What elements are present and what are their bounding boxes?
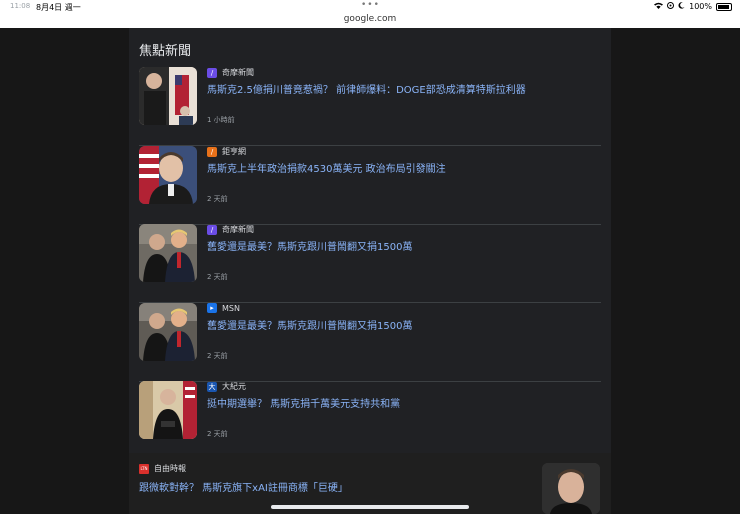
news-source: ▸ MSN <box>207 303 240 313</box>
news-source: / 鉅亨網 <box>207 146 246 157</box>
status-time: 11:08 <box>10 2 31 10</box>
news-headline[interactable]: 跟微軟對幹？ 馬斯克旗下xAI註冊商標「巨硬」 <box>139 479 348 494</box>
status-bar: 11:08 8月4日 週一 ••• 100% <box>0 0 740 14</box>
background-left <box>0 28 129 514</box>
news-headline[interactable]: 馬斯克上半年政治捐款4530萬美元 政治布局引發關注 <box>207 160 446 175</box>
news-thumbnail[interactable] <box>139 303 197 361</box>
wifi-icon <box>654 2 664 11</box>
news-item[interactable]: / 奇摩新聞 馬斯克2.5億捐川普竟惹禍？ 前律師爆料：DOGE部恐成清算特斯拉… <box>139 67 601 146</box>
status-right: 100% <box>654 2 732 11</box>
news-item[interactable]: / 奇摩新聞 舊愛還是最美？馬斯克跟川普鬧翻又捐1500萬 2 天前 <box>139 224 601 303</box>
source-logo-icon: LTN <box>139 463 149 474</box>
news-item[interactable]: 大 大紀元 挺中期選舉？ 馬斯克捐千萬美元支持共和黨 2 天前 <box>139 381 601 459</box>
news-time: 2 天前 <box>207 430 228 438</box>
source-logo-icon: / <box>207 67 217 78</box>
news-thumbnail[interactable] <box>139 67 197 125</box>
location-icon <box>667 2 675 11</box>
moon-icon <box>678 2 685 11</box>
url-bar[interactable]: google.com <box>0 14 740 29</box>
news-headline[interactable]: 舊愛還是最美？馬斯克跟川普鬧翻又捐1500萬 <box>207 238 412 253</box>
news-source: LTN 自由時報 <box>139 463 186 474</box>
source-name: 奇摩新聞 <box>222 225 254 234</box>
news-source: 大 大紀元 <box>207 381 246 392</box>
source-logo-icon: 大 <box>207 381 217 392</box>
source-logo-icon: ▸ <box>207 303 217 313</box>
source-name: 奇摩新聞 <box>222 68 254 77</box>
news-time: 2 天前 <box>207 273 228 281</box>
url-text[interactable]: google.com <box>344 14 397 24</box>
background-right <box>611 28 740 514</box>
news-thumbnail[interactable] <box>542 463 600 514</box>
news-headline[interactable]: 挺中期選舉？ 馬斯克捐千萬美元支持共和黨 <box>207 395 400 410</box>
news-headline[interactable]: 舊愛還是最美？馬斯克跟川普鬧翻又捐1500萬 <box>207 317 412 332</box>
source-logo-icon: / <box>207 224 217 235</box>
source-name: 大紀元 <box>222 382 246 391</box>
news-item[interactable]: / 鉅亨網 馬斯克上半年政治捐款4530萬美元 政治布局引發關注 2 天前 <box>139 146 601 225</box>
source-logo-icon: / <box>207 146 217 157</box>
multitask-dots-icon[interactable]: ••• <box>361 0 380 10</box>
news-headline[interactable]: 馬斯克2.5億捐川普竟惹禍？ 前律師爆料：DOGE部恐成清算特斯拉利器 <box>207 81 526 96</box>
news-source: / 奇摩新聞 <box>207 224 254 235</box>
news-time: 1 小時前 <box>207 116 235 124</box>
status-date: 8月4日 週一 <box>36 3 81 12</box>
news-source: / 奇摩新聞 <box>207 67 254 78</box>
battery-icon <box>716 2 732 11</box>
home-indicator[interactable] <box>271 505 469 509</box>
source-name: MSN <box>222 303 240 313</box>
news-thumbnail[interactable] <box>139 381 197 439</box>
news-time: 2 天前 <box>207 195 228 203</box>
news-time: 2 天前 <box>207 352 228 360</box>
source-name: 自由時報 <box>154 464 186 473</box>
news-item[interactable]: ▸ MSN 舊愛還是最美？馬斯克跟川普鬧翻又捐1500萬 2 天前 <box>139 303 601 382</box>
battery-percent: 100% <box>689 2 712 11</box>
news-thumbnail[interactable] <box>139 146 197 204</box>
section-title: 焦點新聞 <box>139 44 192 59</box>
source-name: 鉅亨網 <box>222 147 246 156</box>
news-thumbnail[interactable] <box>139 224 197 282</box>
